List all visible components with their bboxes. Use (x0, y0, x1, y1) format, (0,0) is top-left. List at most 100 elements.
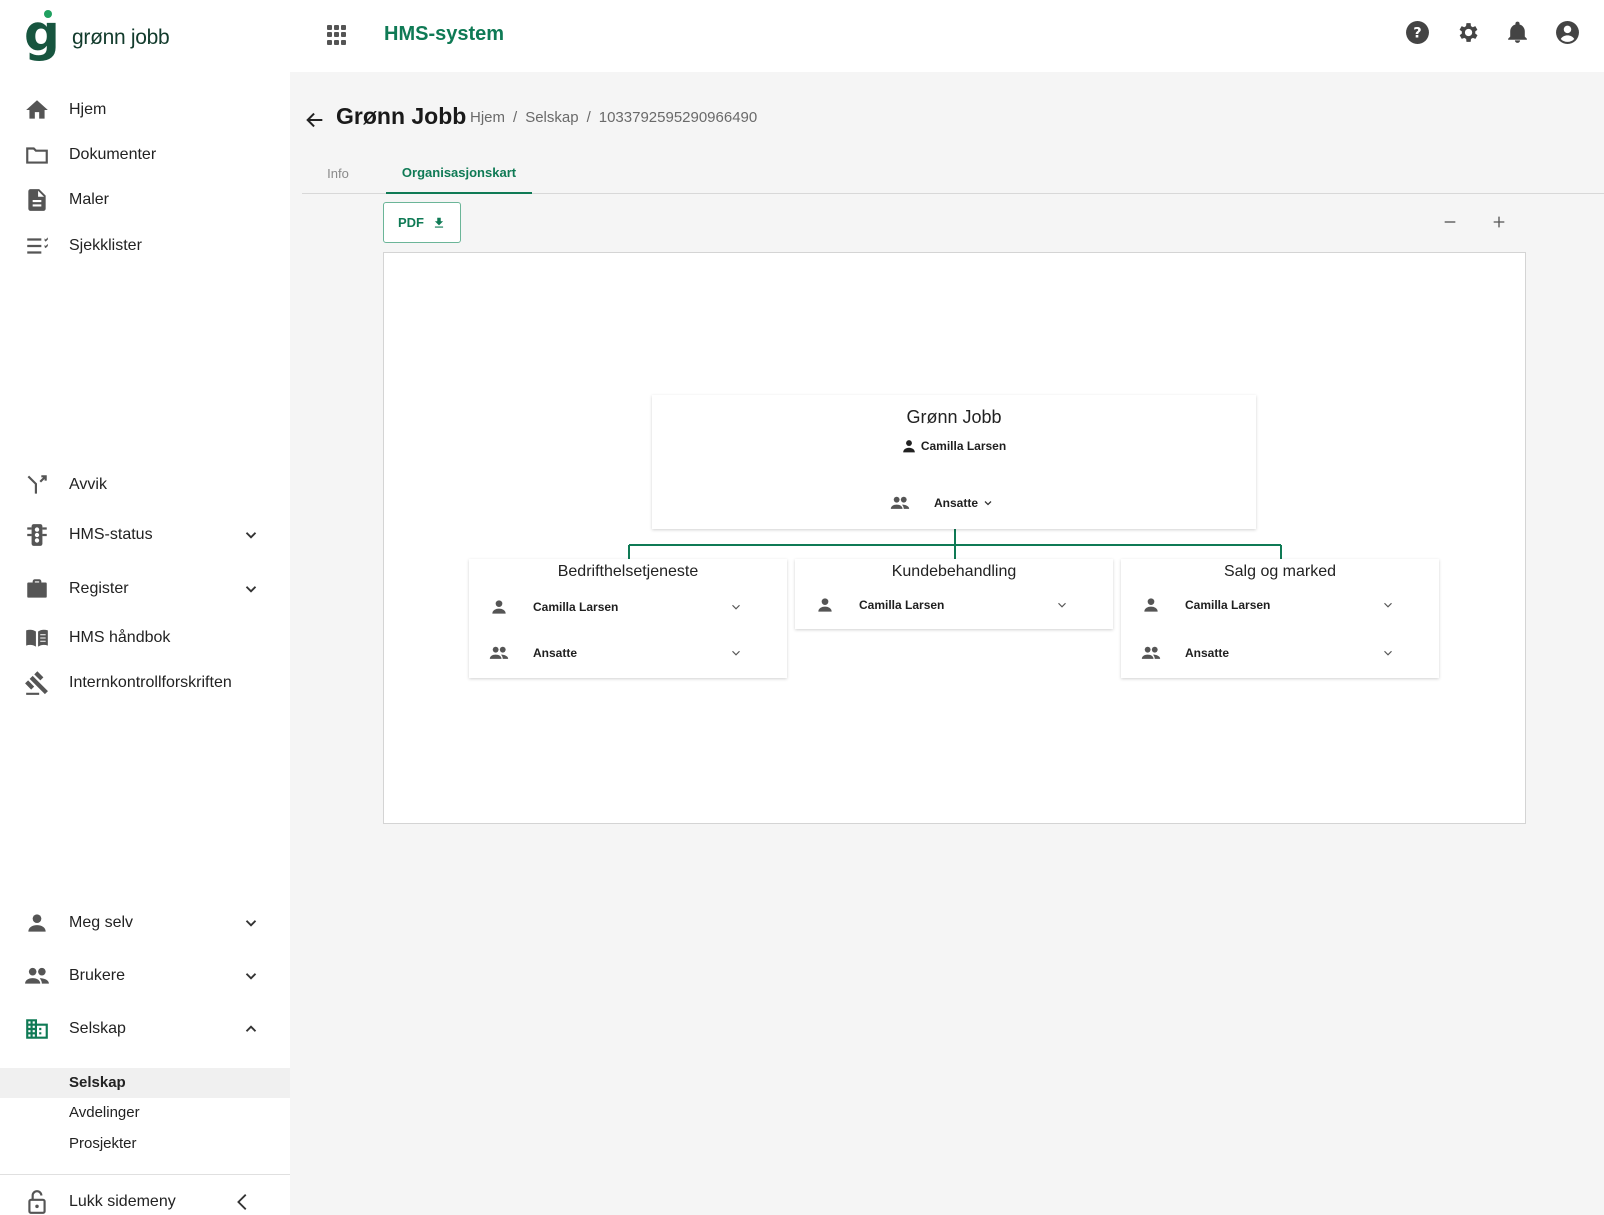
checklist-icon (27, 237, 48, 254)
app-title: HMS-system (384, 23, 505, 45)
traffic-light-icon (27, 524, 47, 546)
sidebar: Hjem Dokumenter Maler Sjekklister Avvik … (0, 72, 290, 1215)
account-icon[interactable] (1555, 20, 1580, 45)
sidebar-item-sjekklister[interactable]: Sjekklister (0, 224, 290, 268)
breadcrumb-separator: / (586, 109, 591, 126)
department-manager-toggle[interactable]: Camilla Larsen (1141, 595, 1401, 615)
bell-icon[interactable] (1505, 20, 1530, 45)
person-icon (818, 598, 832, 612)
gavel-icon (25, 671, 48, 695)
department-title: Salg og marked (1223, 563, 1337, 580)
chevron-down-icon (245, 532, 257, 539)
org-chart-canvas[interactable]: Grønn Jobb Camilla Larsen Ansatte Bedrif… (383, 252, 1526, 824)
person-icon (28, 914, 46, 932)
sidebar-item-label: Register (69, 580, 129, 597)
sidebar-subitem-avdelinger[interactable]: Avdelinger (0, 1098, 290, 1128)
sidebar-item-label: Sjekklister (69, 237, 142, 254)
download-icon (434, 217, 444, 228)
collapse-sidebar-button[interactable]: Lukk sidemeny (0, 1180, 290, 1215)
breadcrumb-item-hjem[interactable]: Hjem (470, 109, 505, 126)
org-root-employees-label: Ansatte (934, 496, 979, 510)
person-icon (1144, 598, 1158, 612)
document-icon (28, 189, 46, 211)
sidebar-item-label: Internkontrollforskriften (69, 674, 232, 691)
department-title: Bedrifthelsetjeneste (557, 563, 699, 580)
back-arrow-icon[interactable] (304, 109, 326, 131)
chevron-down-icon (245, 973, 257, 980)
book-icon (26, 629, 48, 647)
zoom-out-button[interactable] (1442, 214, 1458, 230)
sidebar-subitem-prosjekter[interactable]: Prosjekter (0, 1129, 290, 1159)
breadcrumb-item-selskap[interactable]: Selskap (525, 109, 578, 126)
people-icon (25, 967, 49, 984)
top-actions: ? (1405, 20, 1580, 45)
sidebar-item-label: Dokumenter (69, 146, 157, 163)
logo[interactable]: g grønn jobb (24, 4, 170, 62)
pdf-button-label: PDF (398, 215, 424, 230)
sidebar-item-label: HMS håndbok (69, 629, 171, 646)
department-employees-label: Ansatte (1185, 646, 1230, 660)
department-employees-label: Ansatte (533, 646, 578, 660)
sidebar-item-hms-status[interactable]: HMS-status (0, 513, 290, 557)
tab-info[interactable]: Info (302, 152, 374, 194)
main-content: Grønn Jobb Hjem / Selskap / 103379259529… (290, 72, 1604, 1215)
breadcrumb-item-id: 1033792595290966490 (598, 109, 758, 126)
lock-open-icon (28, 1190, 46, 1214)
chevron-down-icon (1058, 602, 1066, 608)
sidebar-item-label: Meg selv (69, 914, 134, 931)
sidebar-item-avvik[interactable]: Avvik (0, 463, 290, 507)
apps-grid-icon[interactable] (327, 25, 347, 45)
sidebar-subitem-label: Avdelinger (69, 1104, 140, 1121)
department-employees-toggle[interactable]: Ansatte (489, 643, 749, 663)
person-icon (492, 600, 506, 614)
pdf-download-button[interactable]: PDF (383, 202, 461, 243)
tab-bar: Info Organisasjonskart (302, 152, 1604, 194)
sidebar-subitem-selskap[interactable]: Selskap (0, 1068, 290, 1098)
zoom-in-button[interactable] (1491, 214, 1507, 230)
sidebar-item-hms-handbok[interactable]: HMS håndbok (0, 616, 290, 660)
sidebar-item-maler[interactable]: Maler (0, 178, 290, 222)
help-icon[interactable]: ? (1405, 20, 1430, 45)
people-icon (489, 646, 509, 659)
chevron-down-icon (732, 650, 740, 656)
chevron-down-icon (1384, 602, 1392, 608)
org-department-card[interactable]: Salg og marked Camilla Larsen Ansatte (1121, 559, 1439, 678)
org-root-employees-toggle[interactable]: Ansatte (890, 493, 994, 513)
sidebar-item-selskap[interactable]: Selskap (0, 1007, 290, 1051)
building-icon (26, 1019, 48, 1039)
org-root-manager-name: Camilla Larsen (920, 439, 1007, 453)
sidebar-item-brukere[interactable]: Brukere (0, 954, 290, 998)
org-chart-connectors (628, 529, 1282, 559)
folder-icon (26, 147, 48, 164)
org-root-card[interactable]: Grønn Jobb Camilla Larsen Ansatte (652, 395, 1256, 529)
page-title: Grønn Jobb (336, 103, 467, 129)
chevron-up-icon (245, 1025, 257, 1032)
org-department-card[interactable]: Bedrifthelsetjeneste Camilla Larsen Ansa… (469, 559, 787, 678)
sidebar-item-label: Selskap (69, 1020, 126, 1037)
fork-icon (27, 475, 47, 494)
chevron-left-icon (237, 1194, 247, 1210)
breadcrumb-separator: / (513, 109, 518, 126)
top-bar: g grønn jobb HMS-system ? (0, 0, 1604, 72)
chevron-down-icon (1384, 650, 1392, 656)
department-manager-toggle[interactable]: Camilla Larsen (815, 595, 1075, 615)
sidebar-item-label: Hjem (69, 101, 107, 118)
briefcase-icon (27, 579, 47, 598)
sidebar-item-label: Brukere (69, 967, 126, 984)
sidebar-item-register[interactable]: Register (0, 567, 290, 611)
sidebar-item-meg-selv[interactable]: Meg selv (0, 901, 290, 945)
logo-mark-icon: g (24, 4, 60, 62)
chevron-down-icon (984, 501, 992, 506)
person-icon (902, 440, 915, 453)
sidebar-item-hjem[interactable]: Hjem (0, 88, 290, 132)
department-title: Kundebehandling (891, 563, 1017, 580)
department-employees-toggle[interactable]: Ansatte (1141, 643, 1401, 663)
tab-organisasjonskart[interactable]: Organisasjonskart (386, 152, 532, 194)
department-manager-toggle[interactable]: Camilla Larsen (489, 597, 749, 617)
sidebar-item-dokumenter[interactable]: Dokumenter (0, 133, 290, 177)
chevron-down-icon (732, 604, 740, 610)
gear-icon[interactable] (1455, 20, 1480, 45)
sidebar-item-internkontroll[interactable]: Internkontrollforskriften (0, 661, 290, 705)
org-department-card[interactable]: Kundebehandling Camilla Larsen (795, 559, 1113, 629)
breadcrumb: Hjem / Selskap / 1033792595290966490 (470, 109, 757, 126)
